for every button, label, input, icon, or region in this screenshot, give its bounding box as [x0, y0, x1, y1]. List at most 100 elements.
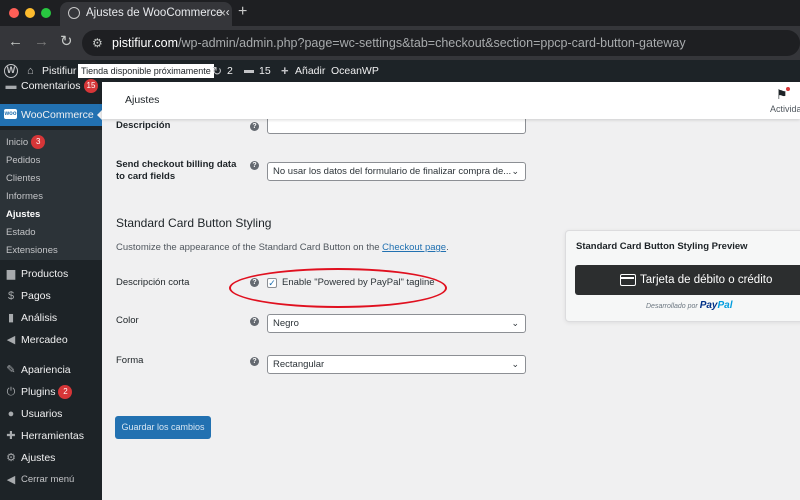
browser-tab[interactable]: Ajustes de WooCommerce ‹ × [60, 2, 232, 26]
description-label: Descripción [116, 120, 171, 131]
page-title: Ajustes [125, 94, 160, 106]
woocommerce-header: Ajustes ⚑ Actividad [102, 82, 800, 119]
tab-close-icon[interactable]: × [219, 2, 226, 24]
sidebar-item-label: Apariencia [21, 364, 71, 376]
wrench-icon: ✚ [6, 430, 16, 442]
card-payment-button[interactable]: Tarjeta de débito o crédito [575, 265, 800, 295]
short-description-label: Descripción corta [116, 277, 190, 288]
sidebar-item-analisis[interactable]: ▮ Análisis [0, 308, 102, 328]
url-bar[interactable]: ⚙ pistifiur.com/wp-admin/admin.php?page=… [82, 30, 800, 56]
sidebar-item-label: Comentarios [21, 80, 81, 92]
activity-panel-button[interactable]: ⚑ Actividad [766, 87, 800, 117]
billing-data-value: No usar los datos del formulario de fina… [273, 166, 512, 177]
shape-label: Forma [116, 355, 144, 366]
sidebar-item-usuarios[interactable]: ● Usuarios [0, 404, 102, 424]
shape-value: Rectangular [273, 359, 325, 370]
comments-count[interactable]: 15 [259, 60, 271, 82]
help-icon[interactable]: ? [250, 122, 259, 131]
section-desc-suffix: . [446, 242, 449, 253]
submenu-item-label: Inicio [6, 137, 29, 148]
sidebar-item-label: Plugins [21, 386, 56, 398]
sidebar-item-label: Ajustes [21, 452, 56, 464]
sidebar-item-apariencia[interactable]: ✎ Apariencia [0, 360, 102, 380]
updates-count[interactable]: 2 [227, 60, 233, 82]
sidebar-item-pagos[interactable]: $ Pagos [0, 286, 102, 306]
submenu-item-informes[interactable]: Informes [6, 188, 43, 206]
admin-sidebar: ▬ Comentarios 15 woo WooCommerce Inicio 3 … [0, 79, 102, 500]
browser-tab-bar: Ajustes de WooCommerce ‹ × + [0, 0, 800, 26]
billing-data-select[interactable]: No usar los datos del formulario de fina… [267, 162, 526, 181]
url-path: /wp-admin/admin.php?page=wc-settings&tab… [178, 36, 686, 50]
sidebar-item-label: Cerrar menú [21, 474, 75, 485]
color-select[interactable]: Negro ⌄ [267, 314, 526, 333]
submenu-item-pedidos[interactable]: Pedidos [6, 152, 40, 170]
sidebar-item-productos[interactable]: ▆ Productos [0, 264, 102, 284]
woocommerce-submenu: Inicio 3 Pedidos Clientes Informes Ajuste… [0, 130, 102, 260]
user-icon: ● [7, 408, 15, 420]
sidebar-item-comments[interactable]: ▬ Comentarios 15 [0, 76, 102, 96]
browser-toolbar: ← → ↻ ⚙ pistifiur.com/wp-admin/admin.php… [0, 26, 800, 60]
sidebar-item-plugins[interactable]: ⏻ Plugins 2 [0, 382, 102, 402]
powered-by-paypal-tagline: Desarrollado por PayPal [646, 300, 733, 311]
comment-icon: ▬ [5, 80, 17, 92]
powered-by-text: Desarrollado por [646, 303, 698, 310]
submenu-item-ajustes[interactable]: Ajustes [6, 206, 40, 224]
paintbrush-icon: ✎ [6, 364, 16, 376]
highlight-annotation [229, 268, 447, 308]
comments-icon[interactable]: ▬ [244, 60, 254, 82]
new-content-link[interactable]: Añadir [295, 60, 325, 82]
help-icon[interactable]: ? [250, 317, 259, 326]
plugins-count-badge: 2 [58, 385, 73, 399]
dollar-icon: $ [7, 290, 15, 302]
collapse-icon: ◀ [6, 474, 16, 486]
window-minimize-button[interactable] [25, 8, 35, 18]
save-button[interactable]: Guardar los cambios [115, 416, 211, 439]
chevron-down-icon: ⌄ [511, 359, 519, 369]
plug-icon: ⏻ [6, 386, 16, 398]
bar-chart-icon: ▮ [7, 312, 15, 324]
forward-arrow-icon[interactable]: → [34, 33, 49, 51]
settings-icon: ⚙ [6, 452, 16, 464]
back-arrow-icon[interactable]: ← [8, 33, 23, 51]
sidebar-item-mercadeo[interactable]: ◀ Mercadeo [0, 330, 102, 350]
inicio-count-badge: 3 [31, 135, 46, 149]
help-icon[interactable]: ? [250, 357, 259, 366]
sidebar-item-woocommerce[interactable]: woo WooCommerce [0, 104, 102, 126]
plus-icon[interactable]: + [281, 60, 289, 82]
url-host: pistifiur.com [112, 36, 178, 50]
chevron-down-icon: ⌄ [511, 318, 519, 328]
sidebar-item-ajustes[interactable]: ⚙ Ajustes [0, 448, 102, 468]
section-title: Standard Card Button Styling [116, 216, 272, 230]
section-description: Customize the appearance of the Standard… [116, 242, 449, 253]
paypal-logo-pal: Pal [717, 300, 733, 311]
shape-select[interactable]: Rectangular ⌄ [267, 355, 526, 374]
activity-label: Actividad [770, 104, 800, 114]
sidebar-item-label: Mercadeo [21, 334, 68, 346]
help-icon[interactable]: ? [250, 161, 259, 170]
site-settings-icon[interactable]: ⚙ [92, 30, 103, 56]
window-zoom-button[interactable] [41, 8, 51, 18]
button-preview-card: Standard Card Button Styling Preview Tar… [565, 230, 800, 322]
window-close-button[interactable] [9, 8, 19, 18]
sidebar-item-herramientas[interactable]: ✚ Herramientas [0, 426, 102, 446]
sidebar-item-label: Usuarios [21, 408, 63, 420]
wordpress-favicon-icon [68, 7, 80, 19]
updates-icon[interactable]: ↻ [212, 60, 222, 82]
sidebar-item-label: WooCommerce [21, 109, 94, 121]
oceanwp-menu-link[interactable]: OceanWP [331, 60, 379, 82]
submenu-item-extensiones[interactable]: Extensiones [6, 242, 58, 260]
comments-count-badge: 15 [83, 79, 99, 93]
reload-icon[interactable]: ↻ [60, 33, 73, 51]
megaphone-icon: ◀ [6, 334, 16, 346]
collapse-menu-button[interactable]: ◀ Cerrar menú [0, 470, 102, 490]
card-button-label: Tarjeta de débito o crédito [640, 274, 773, 286]
submenu-item-clientes[interactable]: Clientes [6, 170, 40, 188]
new-tab-button[interactable]: + [238, 3, 247, 21]
submenu-item-inicio[interactable]: Inicio 3 [6, 134, 46, 152]
color-label: Color [116, 315, 139, 326]
section-desc-text: Customize the appearance of the Standard… [116, 242, 383, 253]
checkout-page-link[interactable]: Checkout page [382, 242, 446, 253]
submenu-item-estado[interactable]: Estado [6, 224, 36, 242]
color-value: Negro [273, 318, 299, 329]
chevron-down-icon: ⌄ [511, 166, 519, 176]
